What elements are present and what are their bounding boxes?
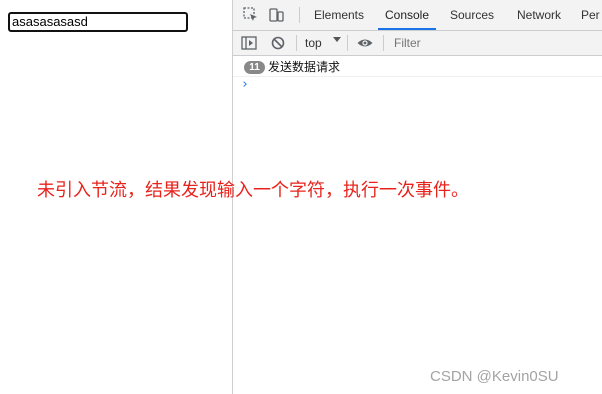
- text-input[interactable]: [8, 12, 188, 32]
- console-message: 11 发送数据请求: [233, 58, 602, 77]
- toolbar-divider: [383, 35, 384, 51]
- tab-performance[interactable]: Per: [581, 0, 602, 30]
- console-toolbar: top: [233, 31, 602, 56]
- tab-console[interactable]: Console: [378, 0, 436, 30]
- toolbar-divider: [347, 35, 348, 51]
- tab-sources[interactable]: Sources: [448, 0, 496, 30]
- devtools-tabbar: Elements Console Sources Network Per: [233, 0, 602, 31]
- tab-network[interactable]: Network: [513, 0, 565, 30]
- clear-console-icon[interactable]: [269, 34, 287, 52]
- tab-elements[interactable]: Elements: [313, 0, 365, 30]
- watermark: CSDN @Kevin0SU: [430, 368, 559, 385]
- screenshot: Elements Console Sources Network Per: [0, 0, 602, 394]
- toolbar-divider: [296, 35, 297, 51]
- sidebar-toggle-icon[interactable]: [240, 34, 258, 52]
- tabbar-divider: [299, 7, 300, 23]
- console-prompt[interactable]: ›: [241, 77, 249, 93]
- context-selector[interactable]: top: [305, 35, 322, 51]
- device-toggle-icon[interactable]: [267, 6, 285, 24]
- repeat-count-badge: 11: [244, 61, 265, 74]
- annotation-text: 未引入节流，结果发现输入一个字符，执行一次事件。: [37, 180, 469, 201]
- console-message-text: 发送数据请求: [268, 60, 341, 74]
- filter-input[interactable]: [389, 34, 602, 52]
- chevron-down-icon[interactable]: [333, 37, 341, 42]
- inspect-element-icon[interactable]: [242, 6, 260, 24]
- eye-icon[interactable]: [356, 34, 374, 52]
